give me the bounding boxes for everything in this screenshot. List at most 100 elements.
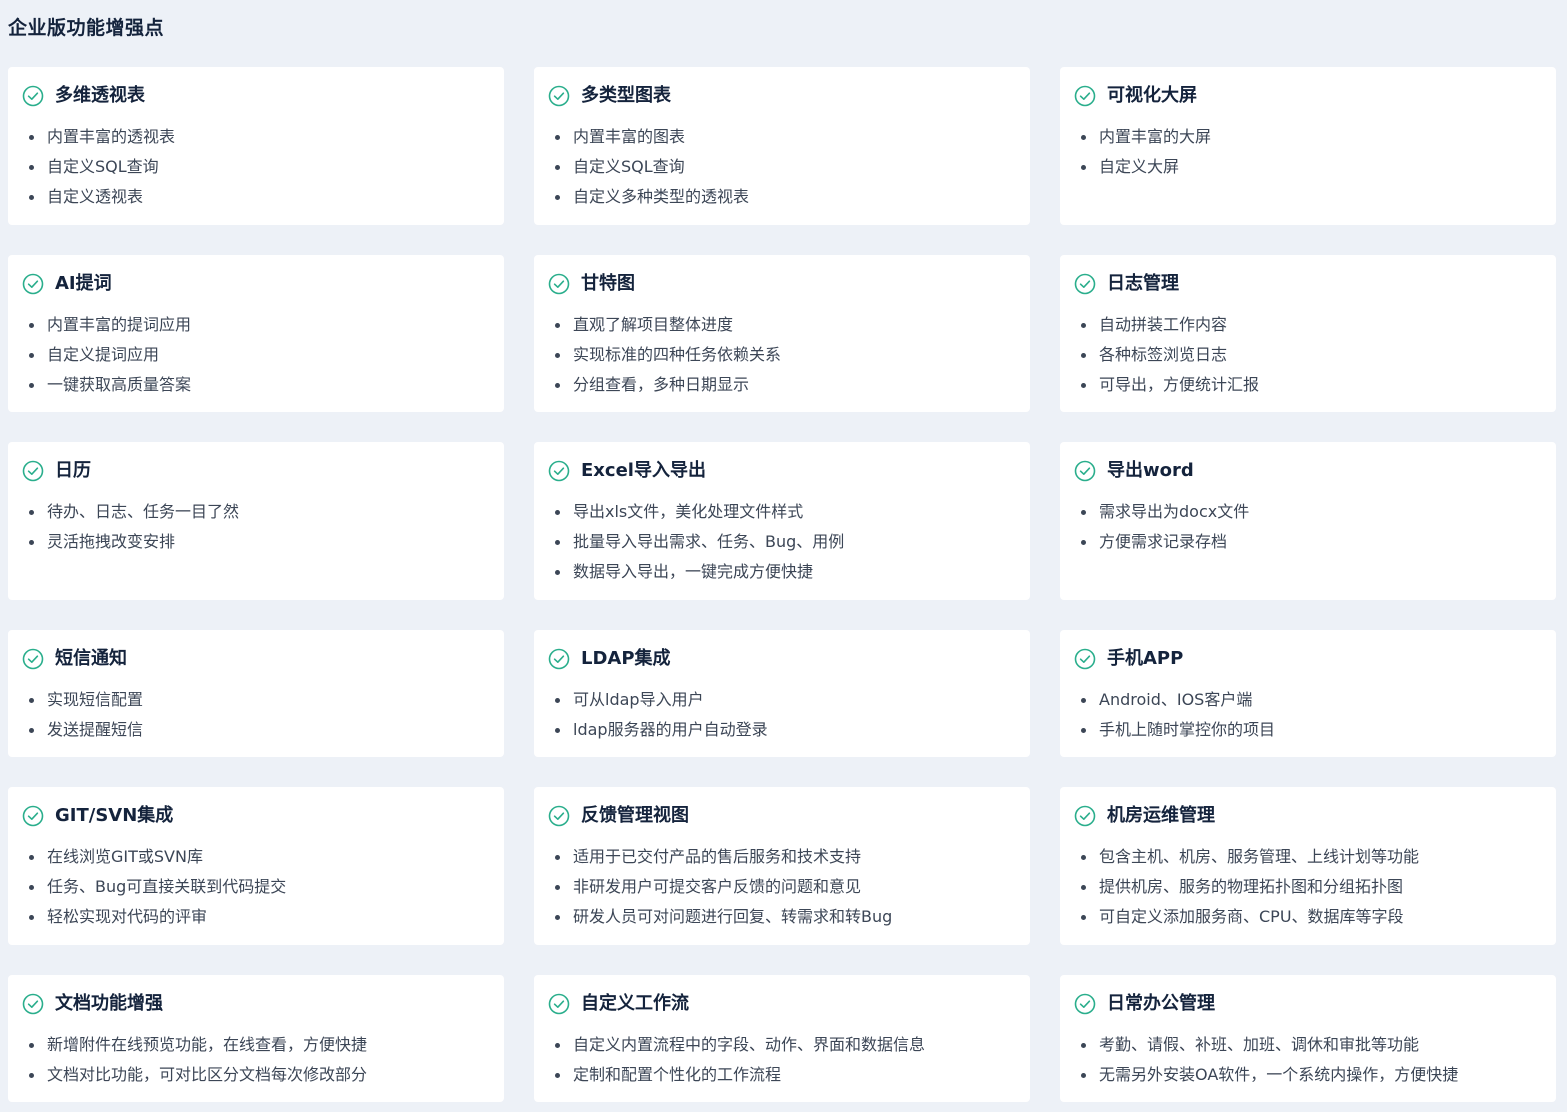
feature-list-item-text: 自定义内置流程中的字段、动作、界面和数据信息 (573, 1035, 926, 1054)
feature-card: AI提词内置丰富的提词应用自定义提词应用一键获取高质量答案 (8, 255, 504, 412)
feature-list-item: 非研发用户可提交客户反馈的问题和意见 (548, 872, 1016, 902)
feature-card-title: 手机APP (1107, 648, 1184, 669)
bullet-icon (1081, 165, 1086, 170)
feature-card-title: AI提词 (55, 273, 112, 294)
feature-list-item-text: 研发人员可对问题进行回复、转需求和转Bug (573, 907, 893, 926)
feature-list-item: 一键获取高质量答案 (22, 370, 490, 400)
feature-card: 甘特图 直观了解项目整体进度 实现标准的四种任务依赖关系 分组查看，多种日期显示 (534, 255, 1030, 412)
feature-list-item-text: 新增附件在线预览功能，在线查看，方便快捷 (47, 1035, 368, 1054)
bullet-icon (1081, 855, 1086, 860)
feature-card: LDAP集成可从ldap导入用户 ldap服务器的用户自动登录 (534, 630, 1030, 757)
feature-card: 导出word 需求导出为docx文件 方便需求记录存档 (1060, 442, 1556, 600)
feature-list-item: 灵活拖拽改变安排 (22, 527, 490, 557)
feature-list: 自动拼装工作内容 各种标签浏览日志 可导出，方便统计汇报 (1074, 310, 1542, 400)
feature-list: 实现短信配置 发送提醒短信 (22, 685, 490, 745)
feature-list-item-text: 可导出，方便统计汇报 (1099, 375, 1260, 394)
feature-card: 手机APP Android、IOS客户端手机上随时掌控你的项目 (1060, 630, 1556, 757)
feature-list-item-text: 内置丰富的图表 (573, 127, 686, 146)
bullet-icon (1081, 1073, 1086, 1078)
bullet-icon (555, 510, 560, 515)
feature-list-item: 自定义提词应用 (22, 340, 490, 370)
bullet-icon (29, 165, 34, 170)
bullet-icon (1081, 540, 1086, 545)
feature-list-item: 实现短信配置 (22, 685, 490, 715)
feature-card-header: GIT/SVN集成 (22, 803, 490, 829)
feature-list-item-text: 自定义SQL查询 (47, 157, 159, 176)
feature-card: 文档功能增强新增附件在线预览功能，在线查看，方便快捷 文档对比功能，可对比区分文档… (8, 975, 504, 1102)
feature-card: 日志管理自动拼装工作内容 各种标签浏览日志 可导出，方便统计汇报 (1060, 255, 1556, 412)
bullet-icon (29, 510, 34, 515)
bullet-icon (29, 135, 34, 140)
feature-card-title: 日常办公管理 (1107, 993, 1215, 1014)
feature-list-item: Android、IOS客户端 (1074, 685, 1542, 715)
feature-list: 在线浏览GIT或SVN库 任务、Bug可直接关联到代码提交轻松实现对代码的评审 (22, 842, 490, 932)
feature-list-item-text: 手机上随时掌控你的项目 (1099, 720, 1276, 739)
feature-card: 可视化大屏 内置丰富的大屏 自定义大屏 (1060, 67, 1556, 225)
feature-card-title: 甘特图 (581, 273, 635, 294)
bullet-icon (1081, 728, 1086, 733)
bullet-icon (29, 1073, 34, 1078)
check-circle-icon (1074, 460, 1096, 482)
feature-card-header: LDAP集成 (548, 646, 1016, 672)
feature-card-header: 文档功能增强 (22, 991, 490, 1017)
feature-list-item: 自定义SQL查询 (548, 152, 1016, 182)
feature-card-header: 多维透视表 (22, 83, 490, 109)
feature-list-item: 自定义透视表 (22, 182, 490, 212)
bullet-icon (555, 383, 560, 388)
feature-list-item-text: 内置丰富的提词应用 (47, 315, 192, 334)
feature-list-item-text: 轻松实现对代码的评审 (47, 907, 208, 926)
feature-list-item-text: 无需另外安装OA软件，一个系统内操作，方便快捷 (1099, 1065, 1459, 1084)
check-circle-icon (1074, 648, 1096, 670)
bullet-icon (1081, 383, 1086, 388)
bullet-icon (29, 383, 34, 388)
feature-list-item: 文档对比功能，可对比区分文档每次修改部分 (22, 1060, 490, 1090)
feature-card-title: 日志管理 (1107, 273, 1179, 294)
feature-list-item-text: 内置丰富的透视表 (47, 127, 176, 146)
feature-list-item: 可导出，方便统计汇报 (1074, 370, 1542, 400)
feature-list-item-text: Android、IOS客户端 (1099, 690, 1253, 709)
feature-list-item-text: 灵活拖拽改变安排 (47, 532, 176, 551)
check-circle-icon (22, 805, 44, 827)
feature-list-item: 需求导出为docx文件 (1074, 497, 1542, 527)
feature-list-item-text: 导出xls文件，美化处理文件样式 (573, 502, 804, 521)
feature-list-item-text: 分组查看，多种日期显示 (573, 375, 750, 394)
bullet-icon (29, 885, 34, 890)
feature-list-item: ldap服务器的用户自动登录 (548, 715, 1016, 745)
feature-list-item: 批量导入导出需求、任务、Bug、用例 (548, 527, 1016, 557)
feature-list: 新增附件在线预览功能，在线查看，方便快捷 文档对比功能，可对比区分文档每次修改部分 (22, 1030, 490, 1090)
feature-list-item: 任务、Bug可直接关联到代码提交 (22, 872, 490, 902)
feature-card-title: Excel导入导出 (581, 460, 706, 481)
feature-list-item: 可自定义添加服务商、CPU、数据库等字段 (1074, 902, 1542, 932)
feature-list: 考勤、请假、补班、加班、调休和审批等功能无需另外安装OA软件，一个系统内操作，方… (1074, 1030, 1542, 1090)
feature-list-item: 考勤、请假、补班、加班、调休和审批等功能 (1074, 1030, 1542, 1060)
check-circle-icon (548, 85, 570, 107)
feature-list-item-text: 可从ldap导入用户 (573, 690, 704, 709)
feature-card-header: 可视化大屏 (1074, 83, 1542, 109)
bullet-icon (29, 323, 34, 328)
bullet-icon (555, 1073, 560, 1078)
feature-list-item-text: 文档对比功能，可对比区分文档每次修改部分 (47, 1065, 368, 1084)
bullet-icon (29, 855, 34, 860)
bullet-icon (555, 540, 560, 545)
bullet-icon (29, 698, 34, 703)
feature-card-title: 可视化大屏 (1107, 85, 1197, 106)
feature-list-item-text: 一键获取高质量答案 (47, 375, 192, 394)
feature-list-item-text: 非研发用户可提交客户反馈的问题和意见 (573, 877, 862, 896)
feature-list-item: 分组查看，多种日期显示 (548, 370, 1016, 400)
bullet-icon (1081, 885, 1086, 890)
feature-list-item-text: 适用于已交付产品的售后服务和技术支持 (573, 847, 862, 866)
feature-card: 反馈管理视图 适用于已交付产品的售后服务和技术支持 非研发用户可提交客户反馈的问题和… (534, 787, 1030, 945)
bullet-icon (555, 915, 560, 920)
feature-card: 多维透视表内置丰富的透视表 自定义SQL查询自定义透视表 (8, 67, 504, 225)
feature-list-item: 在线浏览GIT或SVN库 (22, 842, 490, 872)
feature-card-header: 短信通知 (22, 646, 490, 672)
check-circle-icon (548, 805, 570, 827)
bullet-icon (555, 1043, 560, 1048)
feature-card-header: 日常办公管理 (1074, 991, 1542, 1017)
bullet-icon (29, 195, 34, 200)
feature-list-item: 导出xls文件，美化处理文件样式 (548, 497, 1016, 527)
feature-list-item: 手机上随时掌控你的项目 (1074, 715, 1542, 745)
feature-list-item: 内置丰富的提词应用 (22, 310, 490, 340)
feature-card: 日历 待办、日志、任务一目了然 灵活拖拽改变安排 (8, 442, 504, 600)
feature-list: 可从ldap导入用户 ldap服务器的用户自动登录 (548, 685, 1016, 745)
